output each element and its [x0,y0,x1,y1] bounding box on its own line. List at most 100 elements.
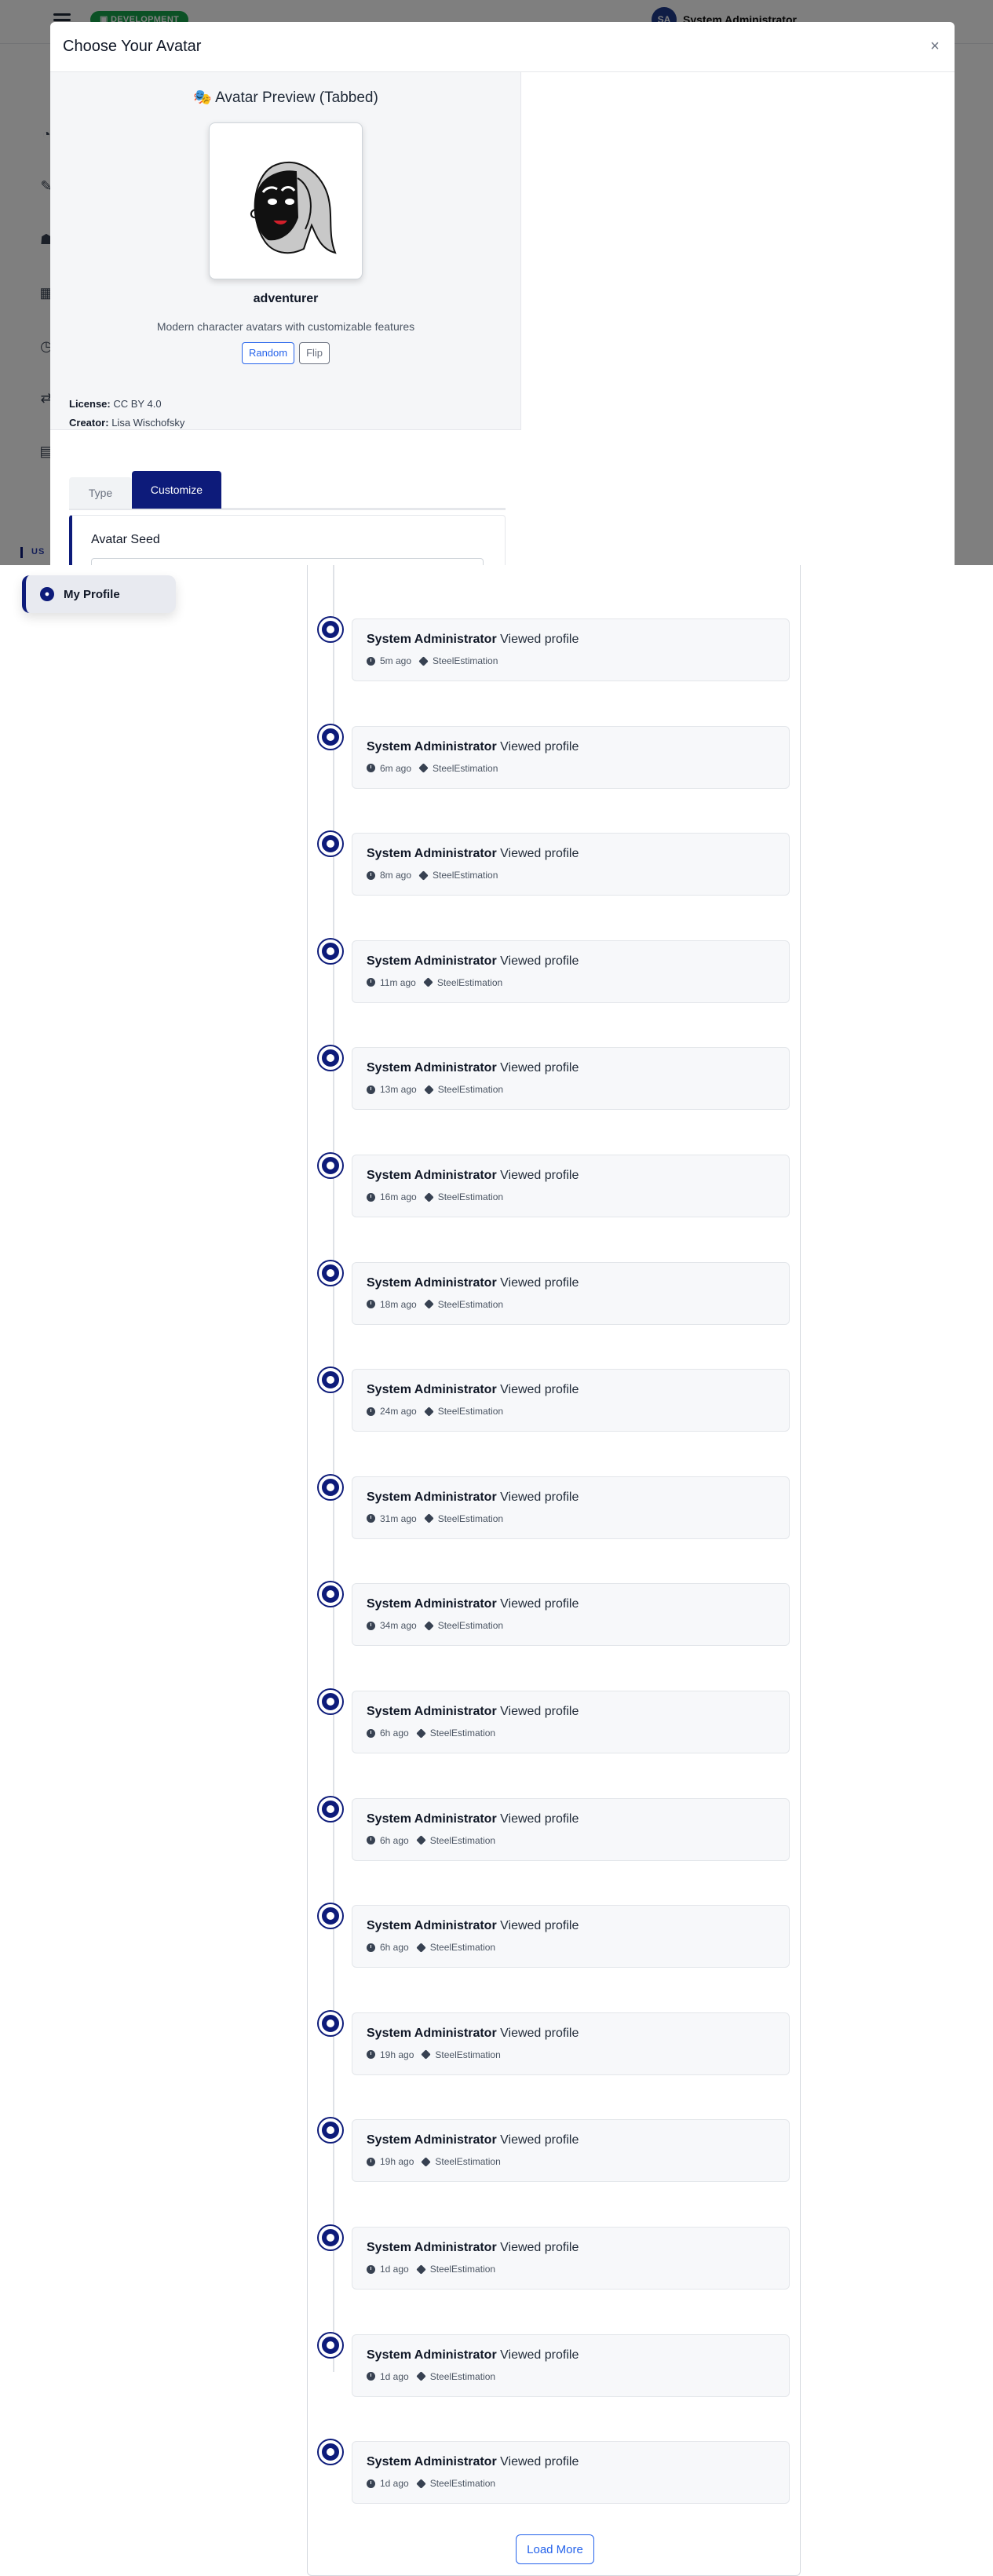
clock-icon [367,1407,375,1416]
activity-meta: 11m ago SteelEstimation [367,977,775,988]
activity-item: System Administrator Viewed profile 6h ag… [308,1864,801,1971]
activity-meta: 19h ago SteelEstimation [367,2156,775,2167]
cube-icon [415,2478,426,2489]
clock-icon [367,1085,375,1094]
activity-time: 16m ago [380,1191,417,1202]
activity-action: Viewed profile [500,1275,579,1290]
activity-entry: System Administrator Viewed profile 6h ag… [352,1691,790,1753]
activity-item: System Administrator Viewed profile 11m a… [308,899,801,1006]
activity-entry: System Administrator Viewed profile 1d ag… [352,2441,790,2505]
tab-customize[interactable]: Customize [132,471,221,509]
activity-meta: 6h ago SteelEstimation [367,1835,775,1846]
close-icon[interactable]: × [926,38,944,55]
activity-app: SteelEstimation [435,2156,501,2168]
activity-timeline: System Administrator Viewed profile 5m ag… [307,565,801,2576]
timeline-dot-icon [319,2333,342,2357]
activity-time: 19h ago [380,2156,414,2168]
activity-user: System Administrator [367,2348,497,2362]
activity-meta: 31m ago SteelEstimation [367,1513,775,1524]
activity-item: System Administrator Viewed profile 8m ag… [308,792,801,899]
timeline-dot-icon [319,724,342,749]
cube-icon [415,1835,426,1845]
clock-icon [367,2479,375,2488]
activity-entry: System Administrator Viewed profile 19h a… [352,2012,790,2075]
sidebar-item-my-profile[interactable]: ● My Profile [22,575,176,613]
load-more-button[interactable]: Load More [516,2534,594,2564]
creator-value: Lisa Wischofsky [111,417,185,429]
activity-action: Viewed profile [500,633,579,646]
activity-item: System Administrator Viewed profile 16m a… [308,1114,801,1220]
creator-line: Creator: Lisa Wischofsky [69,417,184,429]
activity-title: System Administrator Viewed profile [367,846,775,862]
clock-icon [367,870,375,880]
sidebar-item-label: My Profile [64,587,120,601]
activity-action: Viewed profile [500,2133,579,2147]
random-button[interactable]: Random [241,342,295,364]
activity-user: System Administrator [367,2133,497,2147]
cube-icon [423,977,433,988]
activity-action: Viewed profile [500,1169,579,1182]
clock-icon [367,2264,375,2274]
activity-action: Viewed profile [500,954,579,968]
activity-entry: System Administrator Viewed profile 11m a… [352,940,790,1003]
activity-user: System Administrator [367,1169,497,1182]
activity-user: System Administrator [367,954,497,968]
activity-title: System Administrator Viewed profile [367,1168,775,1184]
activity-meta: 1d ago SteelEstimation [367,2371,775,2382]
activity-app: SteelEstimation [429,2478,496,2490]
activity-app: SteelEstimation [437,1620,504,1632]
activity-user: System Administrator [367,2241,497,2254]
activity-action: Viewed profile [500,1812,579,1826]
activity-time: 6h ago [380,1728,409,1739]
activity-meta: 5m ago SteelEstimation [367,655,775,666]
clock-icon [367,764,375,773]
timeline-dot-icon [319,1368,342,1392]
activity-time: 24m ago [380,1406,417,1418]
clock-icon [367,2050,375,2060]
cube-icon [423,1513,434,1524]
cube-icon [423,1406,434,1417]
cube-icon [423,1085,434,1095]
activity-app: SteelEstimation [429,1942,496,1954]
activity-user: System Administrator [367,847,497,861]
activity-time: 6h ago [380,1942,409,1954]
timeline-dot-icon [319,939,342,963]
activity-entry: System Administrator Viewed profile 6h ag… [352,1905,790,1968]
activity-app: SteelEstimation [433,762,498,774]
activity-app: SteelEstimation [437,1298,504,1310]
timeline-dot-icon [319,618,342,641]
activity-meta: 1d ago SteelEstimation [367,2478,775,2489]
activity-item: System Administrator Viewed profile 18m a… [308,1221,801,1328]
activity-item: System Administrator Viewed profile 31m a… [308,1436,801,1542]
activity-item: System Administrator Viewed profile 19h a… [308,2078,801,2185]
activity-entry: System Administrator Viewed profile 34m a… [352,1583,790,1647]
flip-button[interactable]: Flip [299,342,330,364]
avatar-seed-label: Avatar Seed [91,533,160,546]
activity-time: 8m ago [380,870,412,881]
clock-icon [367,1192,375,1202]
clock-icon [367,978,375,987]
activity-title: System Administrator Viewed profile [367,954,775,969]
tab-type[interactable]: Type [69,477,132,509]
timeline-dot-icon [319,832,342,856]
activity-user: System Administrator [367,2026,497,2040]
timeline-dot-icon [319,1904,342,1928]
activity-meta: 1d ago SteelEstimation [367,2264,775,2275]
clock-icon [367,656,375,666]
activity-entry: System Administrator Viewed profile 31m a… [352,1476,790,1539]
preview-heading: 🎭 Avatar Preview (Tabbed) [193,89,378,106]
cube-icon [415,2371,426,2381]
activity-item: System Administrator Viewed profile 5m ag… [308,578,801,684]
activity-entry: System Administrator Viewed profile 1d ag… [352,2333,790,2397]
activity-meta: 6m ago SteelEstimation [367,763,775,774]
preview-actions: Random Flip [50,342,521,364]
clock-icon [367,1943,375,1952]
avatar-seed-input[interactable] [91,558,484,565]
activity-meta: 6h ago SteelEstimation [367,1942,775,1953]
license-label: License: [69,398,111,410]
activity-user: System Administrator [367,1812,497,1826]
avatar-seed-card: Avatar Seed [69,515,506,565]
cube-icon [421,2157,432,2167]
cube-icon [415,1942,426,1953]
activity-user: System Administrator [367,1275,497,1290]
